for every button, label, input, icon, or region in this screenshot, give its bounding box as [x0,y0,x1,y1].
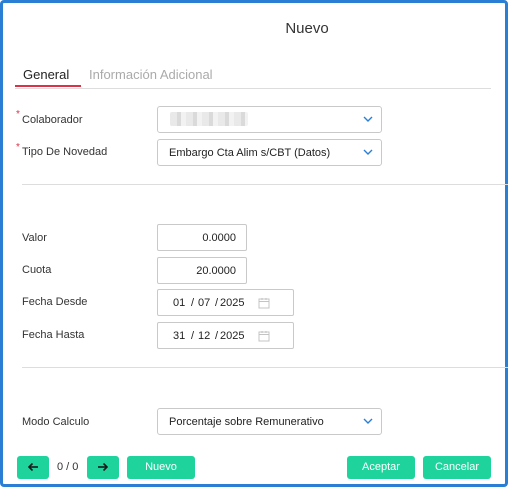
section-divider [22,184,508,185]
required-mark: * [16,142,20,153]
tab-bar: General Información Adicional [15,63,491,89]
section-divider [22,367,508,368]
nuevo-button[interactable]: Nuevo [127,456,195,479]
colaborador-select[interactable] [157,106,382,133]
calendar-icon[interactable] [258,297,270,309]
tipo-novedad-label: Tipo De Novedad [22,146,108,158]
previous-button[interactable] [17,456,49,479]
active-tab-indicator [15,85,81,87]
fecha-hasta-input[interactable]: 31 / 12 / 2025 [157,322,294,349]
chevron-down-icon [363,149,373,155]
date-month[interactable]: 07 [198,297,210,309]
modo-calculo-value: Porcentaje sobre Remunerativo [169,416,324,428]
date-year[interactable]: 2025 [220,330,244,342]
date-day[interactable]: 31 [173,330,185,342]
date-month[interactable]: 12 [198,330,210,342]
date-separator: / [191,297,195,309]
valor-label: Valor [22,232,47,244]
valor-input[interactable]: 0.0000 [157,224,247,251]
required-mark: * [16,109,20,120]
tab-general[interactable]: General [23,67,69,82]
tipo-novedad-select[interactable]: Embargo Cta Alim s/CBT (Datos) [157,139,382,166]
fecha-hasta-label: Fecha Hasta [22,329,85,341]
tab-informacion-adicional[interactable]: Información Adicional [89,67,213,82]
fecha-desde-input[interactable]: 01 / 07 / 2025 [157,289,294,316]
fecha-desde-label: Fecha Desde [22,296,88,308]
date-year[interactable]: 2025 [220,297,244,309]
aceptar-button[interactable]: Aceptar [347,456,415,479]
colaborador-value-redacted [170,112,248,126]
arrow-left-icon [27,462,38,472]
date-day[interactable]: 01 [173,297,185,309]
chevron-down-icon [363,418,373,424]
modo-calculo-select[interactable]: Porcentaje sobre Remunerativo [157,408,382,435]
date-separator: / [215,330,219,342]
cancelar-button[interactable]: Cancelar [423,456,491,479]
date-separator: / [191,330,195,342]
date-separator: / [215,297,219,309]
dialog: Nuevo General Información Adicional * Co… [0,0,508,487]
dialog-title: Nuevo [285,20,329,37]
next-button[interactable] [87,456,119,479]
arrow-right-icon [98,462,109,472]
cuota-input[interactable]: 20.0000 [157,257,247,284]
modo-calculo-label: Modo Calculo [22,416,90,428]
chevron-down-icon [363,116,373,122]
colaborador-label: Colaborador [22,114,83,126]
cuota-label: Cuota [22,264,52,276]
calendar-icon[interactable] [258,330,270,342]
tipo-novedad-value: Embargo Cta Alim s/CBT (Datos) [169,147,331,159]
pager-indicator: 0 / 0 [57,461,79,473]
